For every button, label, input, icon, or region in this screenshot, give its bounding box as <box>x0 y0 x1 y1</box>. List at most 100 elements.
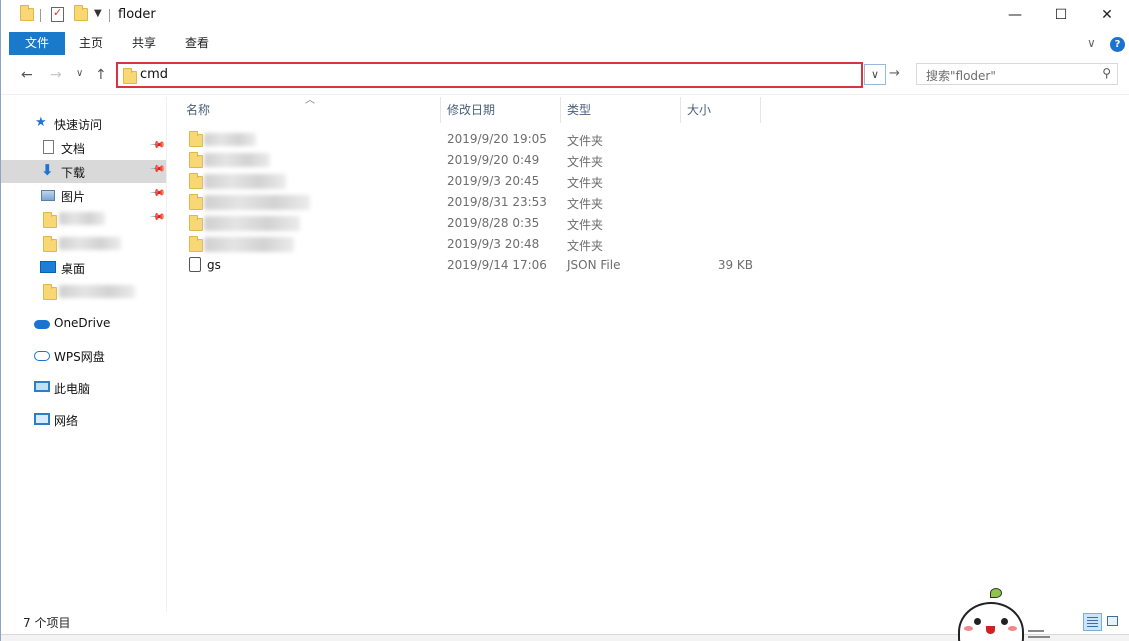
mascot-cheek <box>1008 626 1017 631</box>
nav-item-label: 桌面 <box>61 262 86 276</box>
mascot-body <box>958 602 1024 641</box>
column-header-size[interactable]: 大小 <box>687 101 711 118</box>
cell-type: 文件夹 <box>567 197 604 211</box>
cell-size: 39 KB <box>717 258 753 272</box>
column-header-modified[interactable]: 修改日期 <box>447 101 495 118</box>
minimize-button[interactable]: — <box>992 0 1038 30</box>
new-folder-icon[interactable] <box>74 5 88 21</box>
redacted-filename <box>204 195 310 210</box>
json-file-icon <box>189 257 201 272</box>
column-divider[interactable] <box>440 97 441 123</box>
nav-item-label: 此电脑 <box>54 382 91 396</box>
redacted-filename <box>204 153 270 167</box>
folder-icon <box>123 68 137 84</box>
nav-item-desktop[interactable]: 桌面 <box>1 256 166 279</box>
recent-locations-chevron-icon[interactable]: ∨ <box>76 68 83 79</box>
nav-item-wps[interactable]: WPS网盘 <box>1 344 166 367</box>
go-arrow-icon[interactable]: → <box>889 66 900 81</box>
table-row[interactable]: 2019/8/28 0:35 文件夹 <box>168 213 928 234</box>
divider <box>109 9 110 22</box>
nav-item-redacted[interactable] <box>1 232 166 255</box>
table-row[interactable]: 2019/9/3 20:48 文件夹 <box>168 234 928 255</box>
nav-item-label: OneDrive <box>54 316 111 330</box>
quick-access-item[interactable]: ★ 快速访问 <box>1 112 166 135</box>
search-input[interactable]: 搜索"floder" ⚲ <box>916 63 1118 85</box>
nav-item-label: 下载 <box>61 166 86 180</box>
cell-modified: 2019/9/3 20:48 <box>447 237 540 251</box>
cell-name: gs <box>207 258 221 272</box>
title-bar: ▼ floder — ☐ ✕ <box>1 0 1129 32</box>
search-icon[interactable]: ⚲ <box>1102 66 1111 80</box>
address-history-dropdown[interactable]: ∨ <box>864 64 886 85</box>
cell-type: 文件夹 <box>567 176 604 190</box>
close-button[interactable]: ✕ <box>1084 0 1129 30</box>
nav-item-documents[interactable]: 文档 📌 <box>1 136 166 159</box>
star-icon: ★ <box>35 115 47 130</box>
address-path[interactable]: cmd <box>140 67 168 82</box>
nav-item-label: 网络 <box>54 414 79 428</box>
details-view-button[interactable] <box>1083 613 1102 631</box>
pin-icon[interactable]: 📌 <box>149 209 166 226</box>
pin-icon[interactable]: 📌 <box>149 185 166 202</box>
large-icons-view-button[interactable] <box>1104 613 1123 631</box>
mascot-cheek <box>964 626 973 631</box>
nav-item-downloads[interactable]: ⬇ 下载 📌 <box>1 160 166 183</box>
table-row[interactable]: 2019/9/20 0:49 文件夹 <box>168 150 928 171</box>
cell-modified: 2019/9/14 17:06 <box>447 258 547 272</box>
tab-home[interactable]: 主页 <box>67 32 115 55</box>
forward-arrow-icon[interactable]: → <box>50 67 62 83</box>
column-divider[interactable] <box>560 97 561 123</box>
table-row[interactable]: gs 2019/9/14 17:06 JSON File 39 KB <box>168 255 928 276</box>
nav-item-this-pc[interactable]: 此电脑 <box>1 376 166 399</box>
back-arrow-icon[interactable]: ← <box>21 67 33 83</box>
pictures-icon <box>41 190 55 201</box>
nav-item-redacted[interactable]: 📌 <box>1 208 166 231</box>
column-divider[interactable] <box>760 97 761 123</box>
folder-icon <box>43 284 57 300</box>
nav-item-label: 文档 <box>61 142 86 156</box>
redacted-filename <box>204 237 294 252</box>
tab-share[interactable]: 共享 <box>120 32 168 55</box>
table-row[interactable]: 2019/9/20 19:05 文件夹 <box>168 129 928 150</box>
nav-item-onedrive[interactable]: OneDrive <box>1 312 166 335</box>
computer-icon <box>34 381 50 392</box>
nav-item-label: 图片 <box>61 190 86 204</box>
pin-icon[interactable]: 📌 <box>149 161 166 178</box>
tab-file[interactable]: 文件 <box>9 32 65 55</box>
nav-item-redacted[interactable] <box>1 280 166 303</box>
redacted-label <box>59 237 121 250</box>
cell-modified: 2019/8/28 0:35 <box>447 216 540 230</box>
mascot-mouth <box>986 626 995 634</box>
cloud-icon <box>34 320 50 329</box>
item-count: 7 个项目 <box>23 616 71 630</box>
folder-icon <box>189 131 203 147</box>
column-divider[interactable] <box>680 97 681 123</box>
column-header-name[interactable]: 名称 <box>186 101 210 118</box>
network-icon <box>34 413 50 425</box>
properties-icon[interactable] <box>51 6 64 22</box>
column-header-type[interactable]: 类型 <box>567 101 591 118</box>
sprout-icon <box>990 588 1002 598</box>
help-icon[interactable]: ? <box>1110 37 1125 52</box>
cell-type: JSON File <box>567 258 621 272</box>
table-row[interactable]: 2019/9/3 20:45 文件夹 <box>168 171 928 192</box>
mascot-eye <box>1001 618 1008 625</box>
details-view-icon <box>1087 617 1098 627</box>
nav-item-network[interactable]: 网络 <box>1 408 166 431</box>
nav-item-label: WPS网盘 <box>54 350 105 364</box>
sort-ascending-icon: ︿ <box>305 95 315 106</box>
up-arrow-icon[interactable]: ↑ <box>95 67 107 83</box>
tab-view[interactable]: 查看 <box>173 32 221 55</box>
nav-item-pictures[interactable]: 图片 📌 <box>1 184 166 207</box>
address-bar[interactable]: cmd <box>116 62 863 88</box>
quick-access-label: 快速访问 <box>54 118 103 132</box>
quick-access-dropdown-icon[interactable]: ▼ <box>94 8 102 19</box>
expand-ribbon-chevron-icon[interactable]: ∨ <box>1087 36 1096 50</box>
divider <box>40 9 41 22</box>
document-icon <box>43 140 54 154</box>
folder-icon <box>189 236 203 252</box>
table-row[interactable]: 2019/8/31 23:53 文件夹 <box>168 192 928 213</box>
cell-type: 文件夹 <box>567 239 604 253</box>
pin-icon[interactable]: 📌 <box>149 137 166 154</box>
maximize-button[interactable]: ☐ <box>1038 0 1084 30</box>
